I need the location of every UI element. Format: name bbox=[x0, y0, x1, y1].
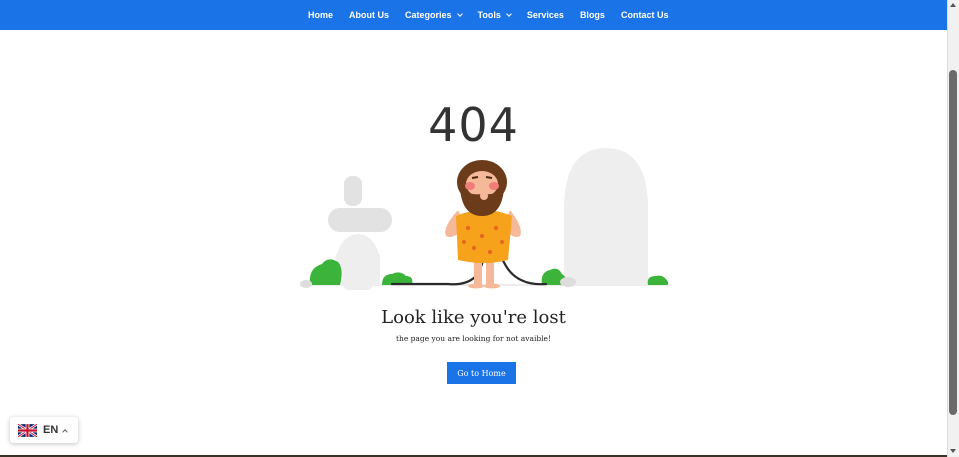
caveman-character bbox=[445, 160, 521, 289]
page-heading: Look like you're lost bbox=[381, 307, 566, 328]
scroll-down-arrow-icon[interactable] bbox=[950, 449, 956, 453]
tall-stone-illustration bbox=[564, 148, 648, 286]
chevron-down-icon bbox=[506, 10, 512, 17]
main-nav: Home About Us Categories Tools Services … bbox=[308, 0, 684, 30]
chevron-up-icon bbox=[62, 428, 69, 435]
nav-tools[interactable]: Tools bbox=[477, 10, 512, 20]
uk-flag-icon bbox=[18, 423, 37, 437]
top-navigation-bar: Home About Us Categories Tools Services … bbox=[0, 0, 947, 30]
nav-contact-us-label: Contact Us bbox=[620, 10, 669, 20]
chevron-down-icon bbox=[456, 10, 463, 17]
nav-categories[interactable]: Categories bbox=[405, 10, 463, 20]
language-code: EN bbox=[43, 424, 59, 436]
nav-services-label: Services bbox=[526, 10, 564, 20]
nav-categories-label: Categories bbox=[405, 10, 452, 20]
language-switcher[interactable]: EN bbox=[10, 417, 78, 443]
nav-blogs-label: Blogs bbox=[579, 10, 605, 20]
nav-home-label: Home bbox=[308, 10, 334, 20]
scroll-up-arrow-icon[interactable] bbox=[950, 3, 956, 7]
nav-services[interactable]: Services bbox=[527, 10, 564, 20]
lost-caveman-illustration bbox=[300, 148, 668, 290]
nav-contact-us[interactable]: Contact Us bbox=[621, 10, 669, 20]
nav-about-us[interactable]: About Us bbox=[349, 10, 389, 20]
nav-home[interactable]: Home bbox=[308, 10, 333, 20]
scrollbar-thumb[interactable] bbox=[949, 70, 957, 415]
nav-blogs[interactable]: Blogs bbox=[580, 10, 605, 20]
nav-tools-label: Tools bbox=[477, 10, 501, 20]
nav-about-us-label: About Us bbox=[349, 10, 390, 20]
go-to-home-button[interactable]: Go to Home bbox=[447, 362, 516, 384]
page-subheading: the page you are looking for not avaible… bbox=[395, 334, 552, 343]
